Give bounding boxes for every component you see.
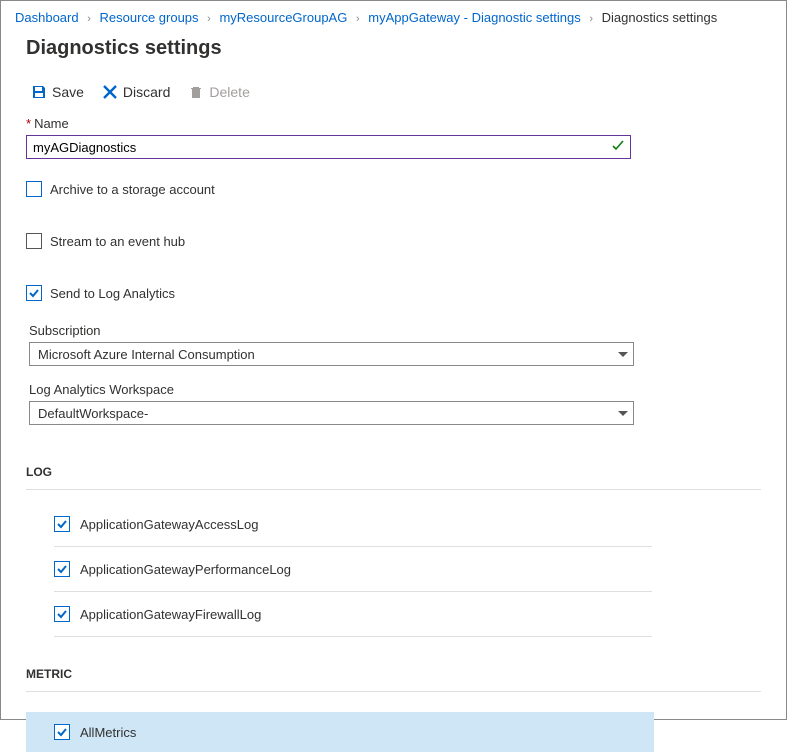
- checkmark-icon: [612, 140, 624, 155]
- delete-button: Delete: [188, 84, 249, 100]
- archive-checkbox-row: Archive to a storage account: [26, 181, 761, 197]
- eventhub-checkbox-row: Stream to an event hub: [26, 233, 761, 249]
- workspace-select[interactable]: DefaultWorkspace-: [29, 401, 634, 425]
- log-row: ApplicationGatewayAccessLog: [54, 502, 652, 547]
- name-label: *Name: [26, 116, 761, 131]
- chevron-right-icon: ›: [207, 13, 211, 25]
- log-name: ApplicationGatewayPerformanceLog: [80, 562, 291, 577]
- log-row: ApplicationGatewayFirewallLog: [54, 592, 652, 637]
- log-checkbox[interactable]: [54, 561, 70, 577]
- log-section-header: LOG: [26, 465, 761, 490]
- metric-name: AllMetrics: [80, 725, 136, 740]
- breadcrumb-link[interactable]: myResourceGroupAG: [219, 10, 347, 25]
- loganalytics-label: Send to Log Analytics: [50, 286, 175, 301]
- chevron-right-icon: ›: [589, 13, 593, 25]
- log-checkbox[interactable]: [54, 516, 70, 532]
- chevron-right-icon: ›: [356, 13, 360, 25]
- discard-button-label: Discard: [123, 84, 170, 100]
- log-list: ApplicationGatewayAccessLog ApplicationG…: [26, 502, 761, 637]
- archive-label: Archive to a storage account: [50, 182, 215, 197]
- eventhub-checkbox[interactable]: [26, 233, 42, 249]
- log-row: ApplicationGatewayPerformanceLog: [54, 547, 652, 592]
- toolbar: Save Discard Delete: [1, 78, 786, 110]
- metric-checkbox[interactable]: [54, 724, 70, 740]
- log-name: ApplicationGatewayAccessLog: [80, 517, 259, 532]
- content-area: *Name Archive to a storage account Strea…: [1, 110, 786, 752]
- breadcrumb-link[interactable]: myAppGateway - Diagnostic settings: [368, 10, 580, 25]
- log-name: ApplicationGatewayFirewallLog: [80, 607, 261, 622]
- name-input[interactable]: [33, 140, 612, 155]
- breadcrumb-current: Diagnostics settings: [602, 10, 718, 25]
- breadcrumb-link[interactable]: Dashboard: [15, 10, 79, 25]
- name-input-wrap[interactable]: [26, 135, 631, 159]
- subscription-select[interactable]: Microsoft Azure Internal Consumption: [29, 342, 634, 366]
- chevron-right-icon: ›: [87, 13, 91, 25]
- chevron-down-icon: [618, 352, 628, 357]
- breadcrumb-link[interactable]: Resource groups: [100, 10, 199, 25]
- loganalytics-checkbox[interactable]: [26, 285, 42, 301]
- subscription-section: Subscription Microsoft Azure Internal Co…: [26, 323, 761, 366]
- metric-row[interactable]: AllMetrics: [26, 712, 654, 752]
- subscription-value: Microsoft Azure Internal Consumption: [38, 347, 255, 362]
- subscription-label: Subscription: [29, 323, 761, 338]
- close-icon: [102, 84, 118, 100]
- discard-button[interactable]: Discard: [102, 84, 170, 100]
- chevron-down-icon: [618, 411, 628, 416]
- save-icon: [31, 84, 47, 100]
- save-button[interactable]: Save: [31, 84, 84, 100]
- delete-button-label: Delete: [209, 84, 249, 100]
- eventhub-label: Stream to an event hub: [50, 234, 185, 249]
- breadcrumb: Dashboard › Resource groups › myResource…: [1, 1, 786, 31]
- workspace-section: Log Analytics Workspace DefaultWorkspace…: [26, 382, 761, 425]
- loganalytics-checkbox-row: Send to Log Analytics: [26, 285, 761, 301]
- required-indicator: *: [26, 116, 31, 131]
- save-button-label: Save: [52, 84, 84, 100]
- log-checkbox[interactable]: [54, 606, 70, 622]
- workspace-value: DefaultWorkspace-: [38, 406, 148, 421]
- archive-checkbox[interactable]: [26, 181, 42, 197]
- page-title: Diagnostics settings: [1, 31, 786, 78]
- workspace-label: Log Analytics Workspace: [29, 382, 761, 397]
- metric-section-header: METRIC: [26, 667, 761, 692]
- trash-icon: [188, 84, 204, 100]
